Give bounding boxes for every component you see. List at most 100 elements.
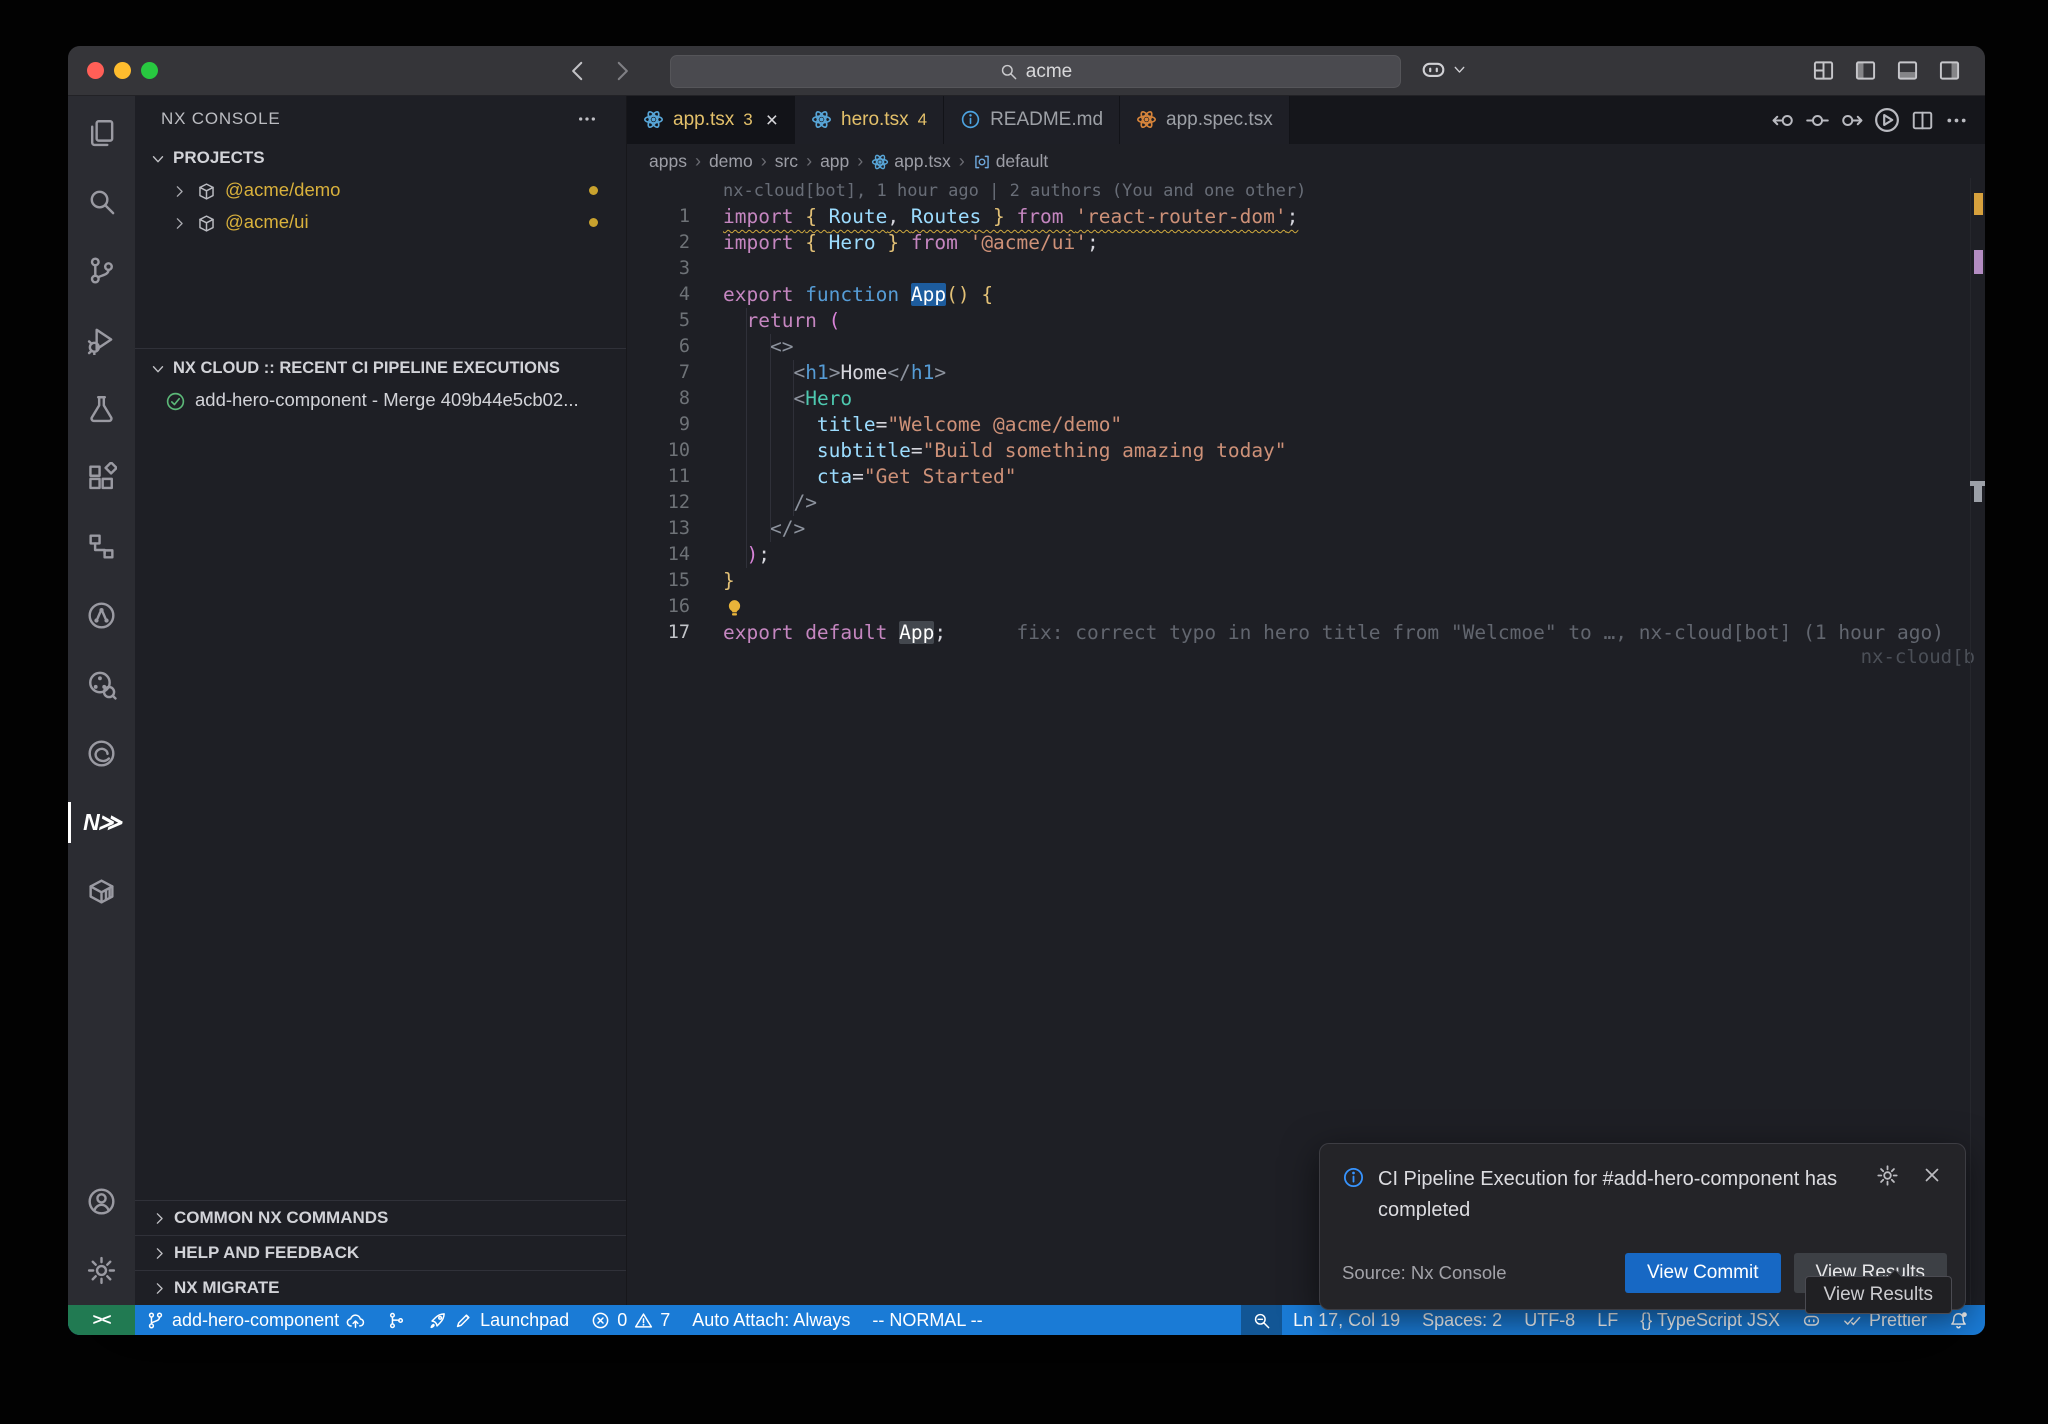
ellipsis-icon xyxy=(1944,108,1969,133)
nav-back-circle-button[interactable] xyxy=(1771,108,1796,133)
tab-label: hero.tsx xyxy=(841,109,909,131)
status-problems[interactable]: 07 xyxy=(580,1305,681,1335)
editor-actions xyxy=(1771,96,1985,144)
activity-references[interactable] xyxy=(68,512,135,581)
panel-bottom-button[interactable] xyxy=(1895,58,1920,83)
tab-README.md[interactable]: README.md xyxy=(944,96,1120,144)
activity-search[interactable] xyxy=(68,167,135,236)
overview-ruler xyxy=(1970,178,1985,1305)
activity-commit-search[interactable] xyxy=(68,650,135,719)
chevron-right-icon xyxy=(151,1245,168,1262)
split-icon xyxy=(1910,108,1935,133)
circle-dash-icon xyxy=(1805,108,1830,133)
forward-arrow-icon xyxy=(609,58,635,84)
layout-grid-button[interactable] xyxy=(1811,58,1836,83)
circle-arrow-button[interactable] xyxy=(1839,108,1864,133)
source-control-icon xyxy=(86,255,117,286)
notification-close-icon[interactable] xyxy=(1921,1164,1943,1226)
activity-edge[interactable] xyxy=(68,719,135,788)
activity-container[interactable] xyxy=(68,857,135,926)
tab-app.spec.tsx[interactable]: app.spec.tsx xyxy=(1120,96,1290,144)
section-common-nx-commands[interactable]: COMMON NX COMMANDS xyxy=(135,1201,626,1235)
beaker-icon xyxy=(86,393,117,424)
breadcrumb-src[interactable]: src xyxy=(775,151,798,172)
section-projects[interactable]: PROJECTS xyxy=(135,142,626,174)
chevron-right-icon xyxy=(151,1280,168,1297)
more-actions-icon[interactable] xyxy=(576,108,598,130)
status-remote[interactable]: >< xyxy=(68,1305,135,1335)
activity-commit-circle[interactable] xyxy=(68,581,135,650)
activity-debug[interactable] xyxy=(68,305,135,374)
code-line-7: 7 <h1>Home</h1> xyxy=(627,360,1985,386)
chevron-down-icon xyxy=(1451,61,1468,78)
files-icon xyxy=(86,117,117,148)
editor-group: app.tsx 3 × hero.tsx 4 README.md app.spe… xyxy=(627,96,1985,1305)
lightbulb-icon[interactable] xyxy=(723,595,746,621)
pen-icon xyxy=(454,1311,473,1330)
bell-dot-icon xyxy=(1949,1311,1968,1330)
status-git-graph[interactable] xyxy=(376,1305,417,1335)
history-back-button[interactable] xyxy=(565,58,591,84)
copilot-menu[interactable] xyxy=(1420,56,1468,83)
status-zoom[interactable] xyxy=(1241,1305,1282,1335)
react-icon xyxy=(811,109,832,130)
project-label: @acme/ui xyxy=(225,211,309,233)
nav-back-circle-icon xyxy=(1771,108,1796,133)
activity-nx[interactable]: N≫ xyxy=(68,788,135,857)
code-editor[interactable]: nx-cloud[bot], 1 hour ago | 2 authors (Y… xyxy=(627,178,1985,1305)
project-row[interactable]: @acme/ui xyxy=(135,206,626,238)
code-line-14: 14 ); xyxy=(627,542,1985,568)
activity-gear[interactable] xyxy=(68,1236,135,1305)
breadcrumb-demo[interactable]: demo xyxy=(709,151,753,172)
activity-account[interactable] xyxy=(68,1167,135,1236)
section-nx-migrate[interactable]: NX MIGRATE xyxy=(135,1271,626,1305)
panel-right-button[interactable] xyxy=(1937,58,1962,83)
breadcrumb-apps[interactable]: apps xyxy=(649,151,687,172)
close-icon[interactable]: × xyxy=(766,110,778,131)
maximize-window-button[interactable] xyxy=(141,62,158,79)
layout-controls xyxy=(1811,58,1962,83)
code-line-2: 2 import { Hero } from '@acme/ui'; xyxy=(627,230,1985,256)
activity-files[interactable] xyxy=(68,98,135,167)
panel-left-button[interactable] xyxy=(1853,58,1878,83)
split-button[interactable] xyxy=(1910,108,1935,133)
references-icon xyxy=(86,531,117,562)
run-circle-button[interactable] xyxy=(1873,106,1901,134)
status-branch[interactable]: add-hero-component xyxy=(135,1305,376,1335)
git-branch-icon xyxy=(146,1311,165,1330)
git-blame-right: nx-cloud[b xyxy=(1861,646,1975,668)
layout-grid-icon xyxy=(1811,58,1836,83)
activity-source-control[interactable] xyxy=(68,236,135,305)
circle-dash-button[interactable] xyxy=(1805,108,1830,133)
copilot-icon xyxy=(1420,56,1447,83)
status-vim-mode[interactable]: -- NORMAL -- xyxy=(861,1305,993,1335)
status-launchpad[interactable]: Launchpad xyxy=(417,1305,580,1335)
react-icon xyxy=(643,109,664,130)
status-auto-attach[interactable]: Auto Attach: Always xyxy=(681,1305,861,1335)
command-center-search[interactable]: acme xyxy=(670,55,1401,88)
activity-beaker[interactable] xyxy=(68,374,135,443)
tab-hero.tsx[interactable]: hero.tsx 4 xyxy=(795,96,944,144)
lightbulb-icon xyxy=(723,597,746,620)
chevron-right-icon xyxy=(171,183,188,200)
react-icon xyxy=(871,153,889,171)
info-icon xyxy=(1342,1166,1365,1226)
breadcrumb-app[interactable]: app xyxy=(820,151,849,172)
code-line-6: 6 <> xyxy=(627,334,1985,360)
breadcrumb-app.tsx[interactable]: app.tsx xyxy=(871,151,950,172)
pipeline-execution-row[interactable]: add-hero-component - Merge 409b44e5cb02.… xyxy=(135,384,626,416)
close-icon xyxy=(1921,1164,1943,1186)
cube-icon xyxy=(197,182,216,201)
notification-settings-icon[interactable] xyxy=(1876,1164,1899,1226)
section-nx-cloud[interactable]: NX CLOUD :: RECENT CI PIPELINE EXECUTION… xyxy=(135,353,626,384)
tab-app.tsx[interactable]: app.tsx 3 × xyxy=(627,96,795,144)
minimize-window-button[interactable] xyxy=(114,62,131,79)
history-forward-button[interactable] xyxy=(609,58,635,84)
view-commit-button[interactable]: View Commit xyxy=(1625,1253,1781,1293)
project-row[interactable]: @acme/demo xyxy=(135,174,626,206)
breadcrumb-default[interactable]: default xyxy=(973,151,1049,172)
ellipsis-button[interactable] xyxy=(1944,108,1969,133)
activity-extensions[interactable] xyxy=(68,443,135,512)
close-window-button[interactable] xyxy=(87,62,104,79)
section-help-and-feedback[interactable]: HELP AND FEEDBACK xyxy=(135,1236,626,1270)
